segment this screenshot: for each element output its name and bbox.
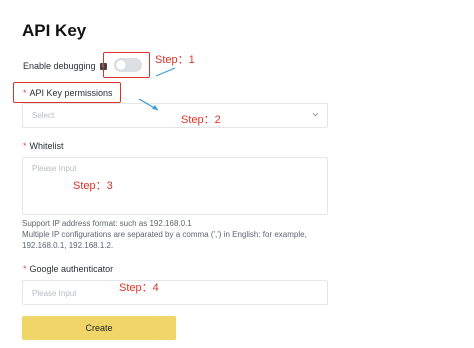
create-button[interactable]: Create: [22, 316, 176, 340]
google-auth-label-text: Google authenticator: [29, 264, 114, 274]
select-placeholder: Select: [32, 111, 55, 120]
whitelist-help-2: Multiple IP configurations are separated…: [22, 230, 307, 239]
debug-row: Enable debugging i: [23, 59, 107, 73]
page-title: API Key: [22, 21, 87, 40]
step2-highlight-box: [13, 82, 121, 103]
google-auth-input[interactable]: Please Input: [22, 280, 328, 305]
whitelist-label-text: Whitelist: [29, 141, 64, 151]
step3-annotation: Step：3: [73, 180, 113, 192]
step4-annotation: Step：4: [119, 282, 159, 294]
chevron-down-icon: [312, 112, 319, 117]
whitelist-textarea[interactable]: Please Input: [22, 157, 328, 215]
step2-annotation: Step：2: [181, 114, 221, 126]
whitelist-help-3: 192.168.0.1, 192.168.1.2.: [22, 241, 114, 250]
step1-arrow-icon: [155, 67, 176, 77]
required-mark: *: [23, 141, 27, 151]
permissions-select[interactable]: Select: [22, 103, 328, 128]
step1-highlight-box: [103, 52, 150, 78]
google-auth-label: * Google authenticator: [23, 264, 113, 274]
whitelist-label: * Whitelist: [23, 141, 64, 151]
required-mark: *: [23, 264, 27, 274]
whitelist-help-1: Support IP address format: such as 192.1…: [22, 219, 192, 228]
step1-annotation: Step：1: [155, 54, 195, 66]
whitelist-placeholder: Please Input: [32, 164, 77, 173]
google-auth-placeholder: Please Input: [32, 289, 77, 298]
debug-label: Enable debugging: [23, 61, 96, 71]
